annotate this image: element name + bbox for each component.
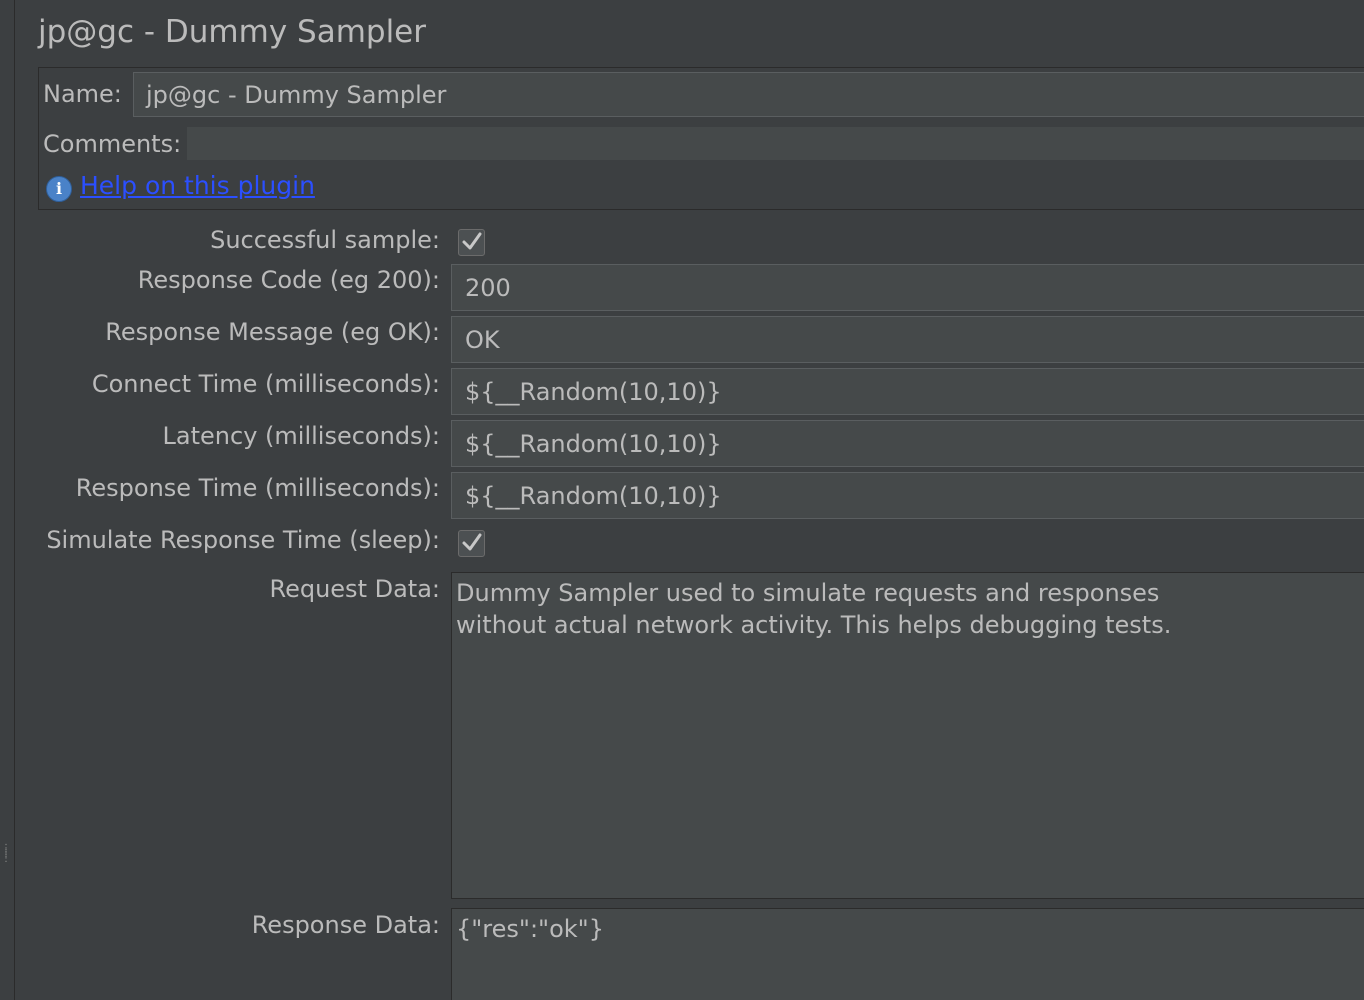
help-link[interactable]: Help on this plugin [80,171,315,200]
simulate-response-time-checkbox[interactable] [458,530,485,557]
connect-time-label: Connect Time (milliseconds): [91,370,440,398]
comments-field[interactable] [187,127,1364,160]
request-data-textarea[interactable]: Dummy Sampler used to simulate requests … [451,572,1364,899]
checkmark-icon [462,232,482,250]
dummy-sampler-panel: ⋮ ⋮ ⋮ jp@gc - Dummy Sampler Name: jp@gc - … [0,0,1364,1000]
request-data-label: Request Data: [269,575,440,603]
response-data-textarea[interactable]: {"res":"ok"} [451,908,1364,1000]
simulate-response-time-label: Simulate Response Time (sleep): [46,526,440,554]
connect-time-field[interactable]: ${__Random(10,10)} [451,368,1364,415]
name-label: Name: [43,80,122,108]
response-time-field[interactable]: ${__Random(10,10)} [451,472,1364,519]
latency-field[interactable]: ${__Random(10,10)} [451,420,1364,467]
name-field[interactable]: jp@gc - Dummy Sampler [133,72,1364,117]
successful-sample-checkbox[interactable] [458,229,485,256]
successful-sample-label: Successful sample: [210,226,440,254]
latency-label: Latency (milliseconds): [162,422,440,450]
response-time-label: Response Time (milliseconds): [75,474,440,502]
panel-title: jp@gc - Dummy Sampler [38,14,426,50]
splitter-edge[interactable]: ⋮ ⋮ ⋮ [0,0,15,1000]
checkmark-icon [462,533,482,551]
response-message-label: Response Message (eg OK): [105,318,440,346]
response-code-label: Response Code (eg 200): [137,266,440,294]
response-data-label: Response Data: [251,911,440,939]
response-message-field[interactable]: OK [451,316,1364,363]
splitter-grip-icon[interactable]: ⋮ ⋮ ⋮ [1,844,11,876]
info-icon: i [46,176,72,202]
response-code-field[interactable]: 200 [451,264,1364,311]
comments-label: Comments: [43,130,182,158]
